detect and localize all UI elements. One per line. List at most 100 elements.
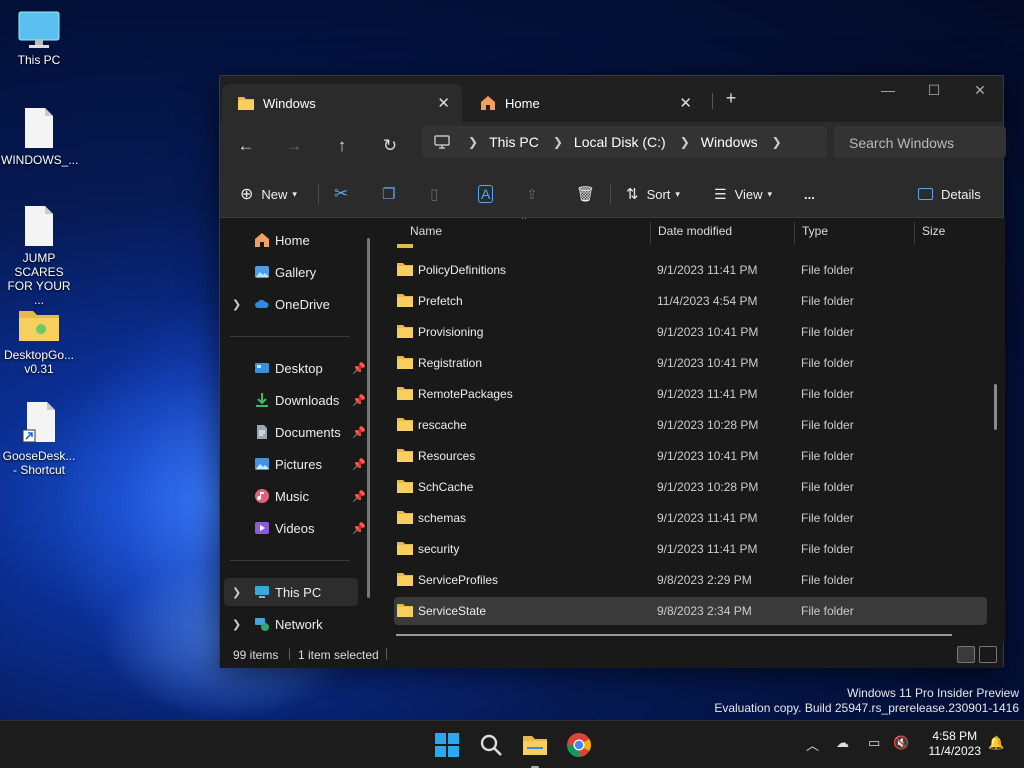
vertical-scrollbar[interactable] [994, 384, 997, 430]
column-header-type[interactable]: Type [802, 224, 828, 244]
table-row[interactable]: PolicyDefinitions 9/1/2023 11:41 PM File f… [394, 256, 987, 284]
column-divider[interactable] [650, 222, 651, 244]
up-button[interactable]: ↑ [328, 132, 356, 160]
close-tab-icon[interactable]: ✕ [679, 94, 692, 112]
tab-home[interactable]: Home ✕ [464, 84, 704, 122]
table-row[interactable]: Registration 9/1/2023 10:41 PM File folder [394, 349, 987, 377]
column-divider[interactable] [914, 222, 915, 244]
cut-button[interactable]: ✂ [334, 180, 348, 208]
table-row[interactable]: Resources 9/1/2023 10:41 PM File folder [394, 442, 987, 470]
sidebar-item-pictures[interactable]: Pictures 📌 [224, 450, 366, 478]
onedrive-offline-icon[interactable]: ☁ [836, 735, 849, 751]
column-divider[interactable] [794, 222, 795, 244]
chevron-right-icon[interactable]: ❯ [232, 298, 241, 311]
new-button[interactable]: ⊕ New ▾ [240, 180, 297, 208]
sort-button[interactable]: ⇅ Sort ▾ [626, 180, 680, 208]
paste-button[interactable]: ▯ [430, 180, 438, 208]
notification-bell-icon[interactable]: 🔔 [988, 735, 1004, 751]
sidebar-item-network[interactable]: ❯ Network [224, 610, 358, 638]
close-tab-icon[interactable]: ✕ [437, 94, 450, 112]
breadcrumb-item[interactable]: Windows [701, 134, 758, 150]
sidebar-item-music[interactable]: Music 📌 [224, 482, 366, 510]
new-tab-button[interactable]: + [720, 88, 742, 109]
sidebar-item-gallery[interactable]: Gallery [224, 258, 358, 286]
search-button[interactable] [475, 729, 507, 761]
column-header-name[interactable]: Name [410, 224, 442, 244]
breadcrumb[interactable]: ❯ This PC ❯ Local Disk (C:) ❯ Windows ❯ [422, 126, 827, 158]
maximize-button[interactable]: ☐ [914, 82, 954, 108]
desktop-icon-windows-file[interactable]: WINDOWS_... [1, 106, 78, 167]
rename-button[interactable]: A [478, 180, 494, 208]
sidebar-scrollbar[interactable] [367, 238, 370, 598]
pin-icon[interactable]: 📌 [352, 426, 366, 439]
file-list: ^ Name Date modified Type Size PolicyDef… [380, 218, 1005, 642]
volume-muted-icon[interactable]: 🔇 [893, 735, 909, 751]
pin-icon[interactable]: 📌 [352, 490, 366, 503]
file-type: File folder [801, 387, 854, 401]
column-header-size[interactable]: Size [922, 224, 945, 244]
chevron-right-icon[interactable]: ❯ [232, 586, 241, 599]
desktop-icon-jump-scares[interactable]: JUMP SCARES FOR YOUR ... [1, 204, 77, 307]
details-view-icon[interactable] [957, 646, 975, 663]
sidebar-divider [230, 336, 350, 337]
desktop-icon-label: GooseDesk... - Shortcut [2, 449, 76, 477]
file-type: File folder [801, 294, 854, 308]
pin-icon[interactable]: 📌 [352, 522, 366, 535]
folder-icon [397, 480, 413, 493]
table-row[interactable]: SchCache 9/1/2023 10:28 PM File folder [394, 473, 987, 501]
table-row[interactable]: ServiceProfiles 9/8/2023 2:29 PM File fold… [394, 566, 987, 594]
sidebar-item-downloads[interactable]: Downloads 📌 [224, 386, 366, 414]
copy-button[interactable]: ❐ [382, 180, 395, 208]
copy-icon: ❐ [382, 186, 396, 203]
file-explorer-taskbar-button[interactable] [519, 729, 551, 768]
table-row[interactable]: Provisioning 9/1/2023 10:41 PM File folder [394, 318, 987, 346]
horizontal-scrollbar[interactable] [396, 634, 952, 636]
chrome-taskbar-button[interactable] [563, 729, 595, 761]
desktop-icon-this-pc[interactable]: This PC [1, 10, 77, 67]
back-button[interactable]: ← [232, 132, 260, 160]
desktop-icon-desktopgoose[interactable]: DesktopGo... v0.31 [1, 305, 77, 376]
sidebar-item-label: Home [275, 232, 310, 248]
pin-icon[interactable]: 📌 [352, 458, 366, 471]
file-explorer-icon [523, 736, 547, 755]
delete-button[interactable]: 🗑 [576, 180, 595, 208]
breadcrumb-item[interactable]: This PC [489, 134, 539, 150]
sidebar-item-desktop[interactable]: Desktop 📌 [224, 354, 366, 382]
tab-windows[interactable]: Windows ✕ [222, 84, 462, 122]
table-row[interactable]: security 9/1/2023 11:41 PM File folder [394, 535, 987, 563]
details-pane-button[interactable]: Details [918, 180, 981, 208]
table-row[interactable]: Prefetch 11/4/2023 4:54 PM File folder [394, 287, 987, 315]
table-row[interactable]: ServiceState 9/8/2023 2:34 PM File folder [394, 597, 987, 625]
sidebar-item-onedrive[interactable]: ❯ OneDrive [224, 290, 358, 318]
column-header-date[interactable]: Date modified [658, 224, 732, 244]
desktop-icon-goosedesk-shortcut[interactable]: GooseDesk... - Shortcut [1, 400, 77, 477]
forward-button[interactable]: → [280, 132, 308, 160]
chevron-up-icon[interactable]: ︿ [806, 735, 819, 754]
close-button[interactable]: ✕ [960, 82, 1000, 108]
sidebar-item-documents[interactable]: Documents 📌 [224, 418, 366, 446]
breadcrumb-item[interactable]: Local Disk (C:) [574, 134, 666, 150]
search-input[interactable]: Search Windows [834, 126, 1006, 158]
monitor-icon [255, 586, 269, 598]
refresh-button[interactable]: ↻ [376, 132, 404, 160]
pin-icon[interactable]: 📌 [352, 362, 366, 375]
pin-icon[interactable]: 📌 [352, 394, 366, 407]
sidebar-item-videos[interactable]: Videos 📌 [224, 514, 366, 542]
tiles-view-icon[interactable] [979, 646, 997, 663]
trash-icon: 🗑 [576, 186, 596, 203]
share-button[interactable]: ⇪ [526, 180, 538, 208]
monitor-icon [18, 11, 60, 48]
sidebar-item-home[interactable]: Home [224, 226, 358, 254]
table-row[interactable]: RemotePackages 9/1/2023 11:41 PM File fold… [394, 380, 987, 408]
start-button[interactable] [431, 729, 463, 761]
chevron-right-icon[interactable]: ❯ [232, 618, 241, 631]
more-options-button[interactable]: ... [804, 180, 815, 208]
network-icon[interactable]: ▭ [868, 735, 880, 751]
table-row[interactable]: schemas 9/1/2023 11:41 PM File folder [394, 504, 987, 532]
clock[interactable]: 4:58 PM 11/4/2023 [929, 729, 982, 759]
view-button[interactable]: ☰ View ▾ [714, 180, 772, 208]
sidebar-item-this-pc[interactable]: ❯ This PC [224, 578, 358, 606]
minimize-button[interactable]: — [868, 82, 908, 108]
file-type: File folder [801, 604, 854, 618]
table-row[interactable]: rescache 9/1/2023 10:28 PM File folder [394, 411, 987, 439]
